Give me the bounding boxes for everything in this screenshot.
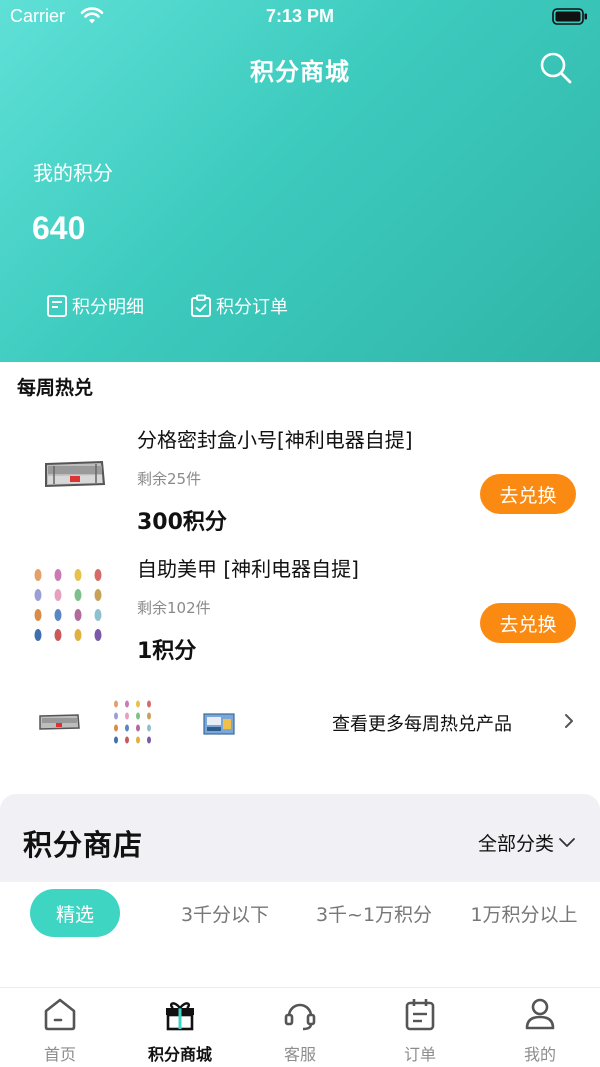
page-title: 积分商城: [250, 58, 350, 86]
filter-tab-featured[interactable]: 精选: [30, 889, 120, 937]
clock: 7:13 PM: [265, 6, 335, 26]
redeem-button[interactable]: 去兑换: [480, 603, 576, 643]
redeem-button[interactable]: 去兑换: [480, 474, 576, 514]
chevron-down-icon: [559, 837, 575, 847]
home-icon: [44, 998, 76, 1031]
chevron-right-icon: [565, 714, 573, 728]
points-detail-label: 积分明细: [72, 297, 144, 318]
points-detail-link[interactable]: 积分明细: [46, 292, 144, 320]
container-box-image: [45, 460, 106, 488]
points-label: 我的积分: [33, 161, 113, 185]
battery-icon: [552, 8, 587, 25]
points-value: 640: [32, 210, 86, 246]
weekly-hot-title: 每周热兑: [17, 377, 94, 399]
product-box-thumbnail: [203, 713, 235, 735]
filter-tab-3k-10k[interactable]: 3千~1万积分: [306, 889, 442, 937]
container-box-thumbnail: [39, 714, 80, 730]
all-categories-dropdown[interactable]: 全部分类: [478, 829, 576, 856]
filter-tabs: 精选 3千分以下 3千~1万积分 1万积分以上: [0, 882, 600, 946]
clipboard-check-icon: [191, 294, 211, 317]
bottom-tab-bar: 首页 积分商城 客服 订单 我的: [0, 987, 600, 1067]
tab-points-mall-label: 积分商城: [147, 1045, 212, 1064]
view-more-label: 查看更多每周热兑产品: [332, 714, 512, 735]
tab-home[interactable]: 首页: [0, 988, 120, 1067]
tab-orders-label: 订单: [403, 1045, 436, 1064]
list-icon: [47, 295, 67, 317]
product-stock: 剩余25件: [137, 470, 202, 488]
product-stock: 剩余102件: [137, 599, 211, 617]
tab-home-label: 首页: [43, 1045, 76, 1064]
tab-customer-service-label: 客服: [283, 1045, 316, 1064]
nail-stickers-image: [34, 569, 102, 641]
user-icon: [525, 998, 555, 1030]
tab-customer-service[interactable]: 客服: [240, 988, 360, 1067]
product-name: 自助美甲 [神利电器自提]: [137, 557, 359, 581]
tab-points-mall[interactable]: 积分商城: [120, 988, 240, 1067]
headset-icon: [284, 1003, 316, 1031]
points-shop-header: 积分商店 全部分类: [0, 794, 600, 882]
all-categories-label: 全部分类: [477, 833, 554, 855]
product-price: 1积分: [137, 639, 197, 664]
search-icon[interactable]: [538, 50, 574, 86]
points-orders-label: 积分订单: [216, 297, 288, 318]
points-orders-link[interactable]: 积分订单: [190, 292, 288, 320]
shop-title: 积分商店: [23, 828, 144, 862]
header-banner: Carrier 7:13 PM 积分商城 我的积分 640 积分明细 积分订单: [0, 0, 600, 362]
calendar-list-icon: [405, 999, 435, 1031]
tab-profile-label: 我的: [523, 1045, 556, 1064]
product-price: 300积分: [137, 510, 227, 535]
gift-icon: [166, 1002, 194, 1031]
product-card[interactable]: 分格密封盒小号[神利电器自提] 剩余25件 300积分 去兑换: [0, 418, 600, 543]
status-bar: Carrier 7:13 PM: [0, 0, 600, 34]
filter-tab-under-3k[interactable]: 3千分以下: [170, 889, 280, 937]
filter-tab-over-10k[interactable]: 1万积分以上: [460, 889, 588, 937]
tab-profile[interactable]: 我的: [480, 988, 600, 1067]
nail-stickers-thumbnail: [114, 700, 151, 744]
tab-orders[interactable]: 订单: [360, 988, 480, 1067]
view-more-weekly-link[interactable]: 查看更多每周热兑产品: [0, 690, 600, 754]
product-name: 分格密封盒小号[神利电器自提]: [137, 428, 413, 452]
product-card[interactable]: 自助美甲 [神利电器自提] 剩余102件 1积分 去兑换: [0, 547, 600, 672]
